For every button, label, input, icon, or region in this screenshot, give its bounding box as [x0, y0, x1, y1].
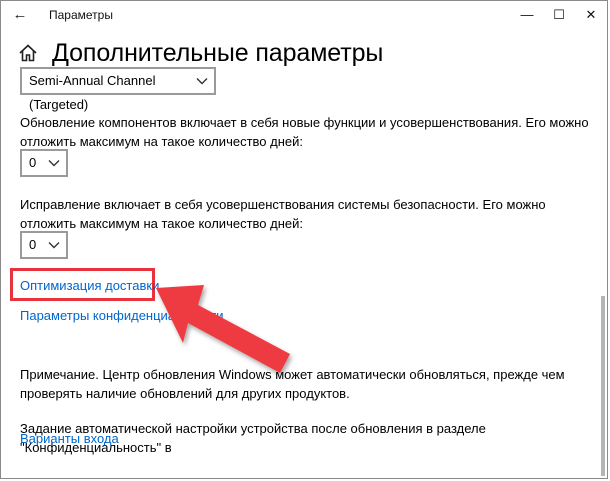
- feature-update-description: Обновление компонентов включает в себя н…: [20, 115, 589, 149]
- minimize-button[interactable]: —: [511, 1, 543, 31]
- chevron-down-icon: [48, 160, 60, 167]
- settings-window: ← Параметры — ☐ ✕ Дополнительные парамет…: [0, 0, 608, 479]
- note-text: Примечание. Центр обновления Windows мож…: [20, 367, 565, 401]
- channel-select[interactable]: Semi-Annual Channel (Targeted): [20, 67, 216, 112]
- privacy-settings-link[interactable]: Параметры конфиденциальности: [20, 308, 224, 323]
- close-icon: ✕: [585, 7, 597, 22]
- scrollbar[interactable]: [601, 296, 605, 476]
- quality-update-days-value: 0: [29, 237, 37, 252]
- delivery-optimization-link[interactable]: Оптимизация доставки: [20, 278, 159, 293]
- close-button[interactable]: ✕: [575, 1, 607, 31]
- window-controls: — ☐ ✕: [511, 1, 607, 31]
- home-icon[interactable]: [18, 43, 38, 63]
- maximize-button[interactable]: ☐: [543, 1, 575, 31]
- back-button[interactable]: ←: [7, 3, 33, 27]
- sign-in-options-link[interactable]: Варианты входа: [20, 431, 119, 446]
- arrow-left-icon: ←: [12, 6, 28, 23]
- feature-update-days-select[interactable]: 0: [20, 149, 68, 177]
- chevron-down-icon: [196, 78, 208, 85]
- minimize-icon: —: [520, 7, 534, 22]
- quality-update-description: Исправление включает в себя усовершенств…: [20, 197, 546, 231]
- feature-update-days-value: 0: [29, 155, 37, 170]
- title-bar: ← Параметры — ☐ ✕: [1, 1, 607, 31]
- channel-select-value: Semi-Annual Channel (Targeted): [29, 73, 156, 112]
- chevron-down-icon: [48, 242, 60, 249]
- window-title: Параметры: [49, 8, 113, 22]
- page-title: Дополнительные параметры: [52, 39, 384, 67]
- quality-update-days-select[interactable]: 0: [20, 231, 68, 259]
- arrow-shape: [156, 285, 290, 373]
- maximize-icon: ☐: [553, 7, 565, 22]
